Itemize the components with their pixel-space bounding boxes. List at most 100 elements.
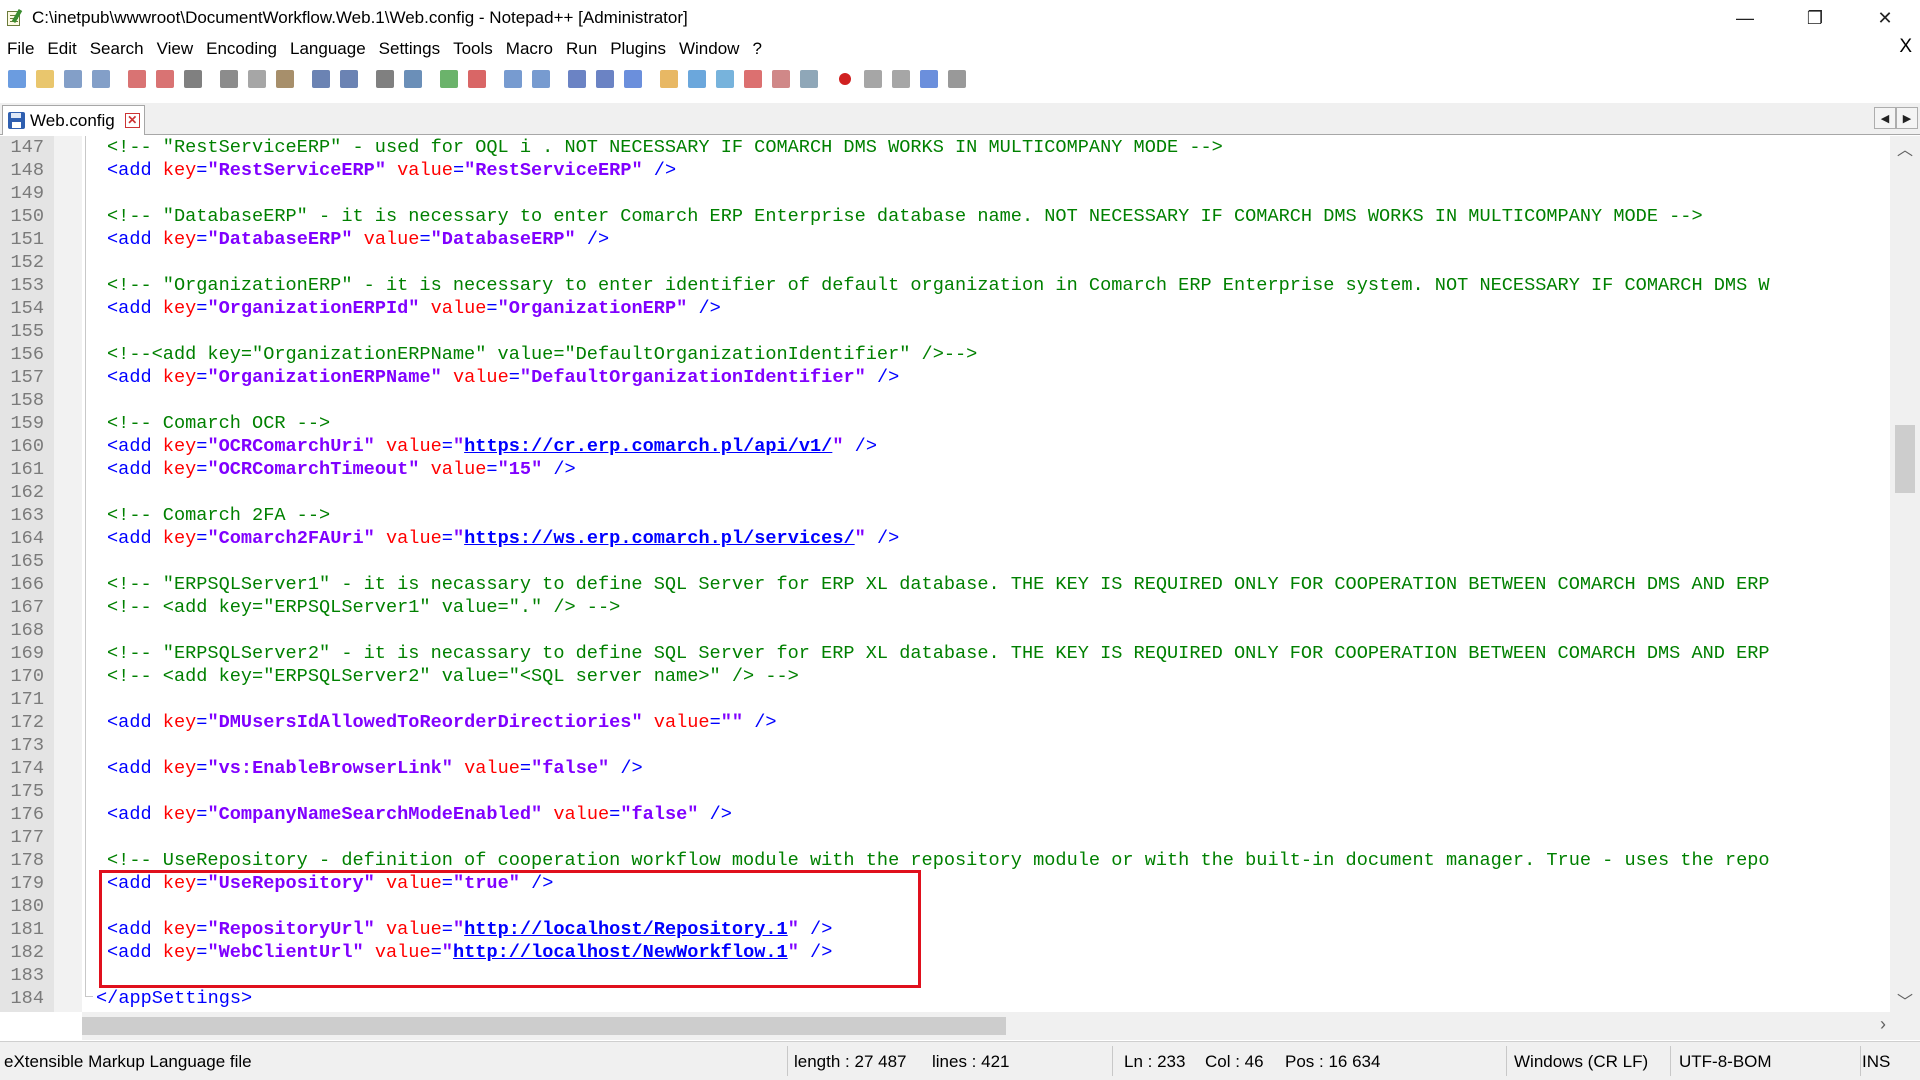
indent-guide-icon[interactable] [621, 67, 645, 91]
code-line[interactable]: 166 <!-- "ERPSQLServer1" - it is necassar… [0, 573, 1890, 596]
stop-record-icon[interactable] [861, 67, 885, 91]
find-icon[interactable] [373, 67, 397, 91]
code-line[interactable]: 173 [0, 734, 1890, 757]
menu-run[interactable]: Run [559, 39, 603, 59]
code-line[interactable]: 165 [0, 550, 1890, 573]
code-line[interactable]: 156 <!--<add key="OrganizationERPName" va… [0, 343, 1890, 366]
sync-horizontal-icon[interactable] [529, 67, 553, 91]
code-line[interactable]: 148 <add key="RestServiceERP" value="Rest… [0, 159, 1890, 182]
code-line[interactable]: 167 <!-- <add key="ERPSQLServer1" value="… [0, 596, 1890, 619]
code-line[interactable]: 149 [0, 182, 1890, 205]
code-line[interactable]: 150 <!-- "DatabaseERP" - it is necessary … [0, 205, 1890, 228]
code-line[interactable]: 154 <add key="OrganizationERPId" value="O… [0, 297, 1890, 320]
close-all-icon[interactable] [153, 67, 177, 91]
zoom-in-icon[interactable] [437, 67, 461, 91]
show-all-chars-icon[interactable] [593, 67, 617, 91]
doc-list-icon[interactable] [769, 67, 793, 91]
close-icon[interactable] [125, 67, 149, 91]
editor[interactable]: 147 <!-- "RestServiceERP" - used for OQL … [0, 136, 1920, 1012]
code-token[interactable]: http://localhost/NewWorkflow.1 [453, 942, 788, 963]
redo-icon[interactable] [337, 67, 361, 91]
horizontal-scrollbar[interactable]: › [82, 1012, 1920, 1040]
code-line[interactable]: 161 <add key="OCRComarchTimeout" value="1… [0, 458, 1890, 481]
doc-map-icon[interactable] [685, 67, 709, 91]
tab-close-icon[interactable]: ✕ [124, 113, 140, 128]
code-line[interactable]: 153 <!-- "OrganizationERP" - it is necess… [0, 274, 1890, 297]
code-lines[interactable]: 147 <!-- "RestServiceERP" - used for OQL … [0, 136, 1890, 1010]
code-line[interactable]: 174 <add key="vs:EnableBrowserLink" value… [0, 757, 1890, 780]
zoom-out-icon[interactable] [465, 67, 489, 91]
code-line[interactable]: 184 </appSettings> [0, 987, 1890, 1010]
code-line[interactable]: 164 <add key="Comarch2FAUri" value="https… [0, 527, 1890, 550]
code-token[interactable]: http://localhost/Repository.1 [464, 919, 788, 940]
code-line[interactable]: 152 [0, 251, 1890, 274]
menu-macro[interactable]: Macro [499, 39, 559, 59]
code-line[interactable]: 177 [0, 826, 1890, 849]
code-line[interactable]: 178 <!-- UseRepository - definition of co… [0, 849, 1890, 872]
code-line[interactable]: 176 <add key="CompanyNameSearchModeEnable… [0, 803, 1890, 826]
menu-file[interactable]: File [0, 39, 40, 59]
code-line[interactable]: 183 [0, 964, 1890, 987]
code-line[interactable]: 157 <add key="OrganizationERPName" value=… [0, 366, 1890, 389]
close-window-button[interactable]: ✕ [1850, 0, 1920, 36]
copy-icon[interactable] [245, 67, 269, 91]
horizontal-scroll-thumb[interactable] [82, 1017, 1006, 1035]
tab-scroll-right-button[interactable]: ▶ [1896, 107, 1918, 129]
function-list-icon[interactable] [713, 67, 737, 91]
udl-icon[interactable] [657, 67, 681, 91]
close-document-button[interactable]: X [1899, 36, 1912, 58]
code-line[interactable]: 159 <!-- Comarch OCR --> [0, 412, 1890, 435]
code-line[interactable]: 158 [0, 389, 1890, 412]
save-icon[interactable] [61, 67, 85, 91]
tab-scroll-left-button[interactable]: ◀ [1874, 107, 1896, 129]
code-token[interactable]: https://ws.erp.comarch.pl/services/ [464, 528, 855, 549]
code-line[interactable]: 171 [0, 688, 1890, 711]
scroll-right-icon[interactable]: › [1880, 1014, 1886, 1035]
menu-plugins[interactable]: Plugins [603, 39, 672, 59]
replace-icon[interactable] [401, 67, 425, 91]
code-line[interactable]: 163 <!-- Comarch 2FA --> [0, 504, 1890, 527]
code-line[interactable]: 179 <add key="UseRepository" value="true"… [0, 872, 1890, 895]
tab-web-config[interactable]: Web.config ✕ [2, 105, 145, 135]
monitoring-icon[interactable] [797, 67, 821, 91]
save-macro-icon[interactable] [945, 67, 969, 91]
code-line[interactable]: 168 [0, 619, 1890, 642]
code-token[interactable]: https://cr.erp.comarch.pl/api/v1/ [464, 436, 832, 457]
paste-icon[interactable] [273, 67, 297, 91]
sync-vertical-icon[interactable] [501, 67, 525, 91]
menu-tools[interactable]: Tools [446, 39, 499, 59]
code-line[interactable]: 170 <!-- <add key="ERPSQLServer2" value="… [0, 665, 1890, 688]
scroll-up-icon[interactable]: ︿ [1890, 136, 1920, 160]
code-line[interactable]: 182 <add key="WebClientUrl" value="http:/… [0, 941, 1890, 964]
undo-icon[interactable] [309, 67, 333, 91]
scroll-down-icon[interactable]: ﹀ [1890, 988, 1920, 1012]
save-all-icon[interactable] [89, 67, 113, 91]
code-line[interactable]: 160 <add key="OCRComarchUri" value="https… [0, 435, 1890, 458]
restore-button[interactable]: ❐ [1780, 0, 1850, 36]
word-wrap-icon[interactable] [565, 67, 589, 91]
code-line[interactable]: 155 [0, 320, 1890, 343]
vertical-scroll-thumb[interactable] [1895, 425, 1915, 493]
folder-workspace-icon[interactable] [741, 67, 765, 91]
code-line[interactable]: 169 <!-- "ERPSQLServer2" - it is necassar… [0, 642, 1890, 665]
play-macro-icon[interactable] [889, 67, 913, 91]
menu-edit[interactable]: Edit [40, 39, 82, 59]
menu-help[interactable]: ? [745, 39, 767, 59]
new-file-icon[interactable] [5, 67, 29, 91]
vertical-scrollbar[interactable]: ︿ ﹀ [1890, 136, 1920, 1012]
code-line[interactable]: 162 [0, 481, 1890, 504]
open-file-icon[interactable] [33, 67, 57, 91]
menu-language[interactable]: Language [283, 39, 372, 59]
code-line[interactable]: 172 <add key="DMUsersIdAllowedToReorderDi… [0, 711, 1890, 734]
menu-settings[interactable]: Settings [372, 39, 446, 59]
record-macro-icon[interactable] [833, 67, 857, 91]
menu-encoding[interactable]: Encoding [199, 39, 283, 59]
code-line[interactable]: 147 <!-- "RestServiceERP" - used for OQL … [0, 136, 1890, 159]
cut-icon[interactable] [217, 67, 241, 91]
print-icon[interactable] [181, 67, 205, 91]
menu-search[interactable]: Search [83, 39, 150, 59]
menu-view[interactable]: View [150, 39, 200, 59]
menu-window[interactable]: Window [672, 39, 745, 59]
code-line[interactable]: 180 [0, 895, 1890, 918]
code-line[interactable]: 151 <add key="DatabaseERP" value="Databas… [0, 228, 1890, 251]
